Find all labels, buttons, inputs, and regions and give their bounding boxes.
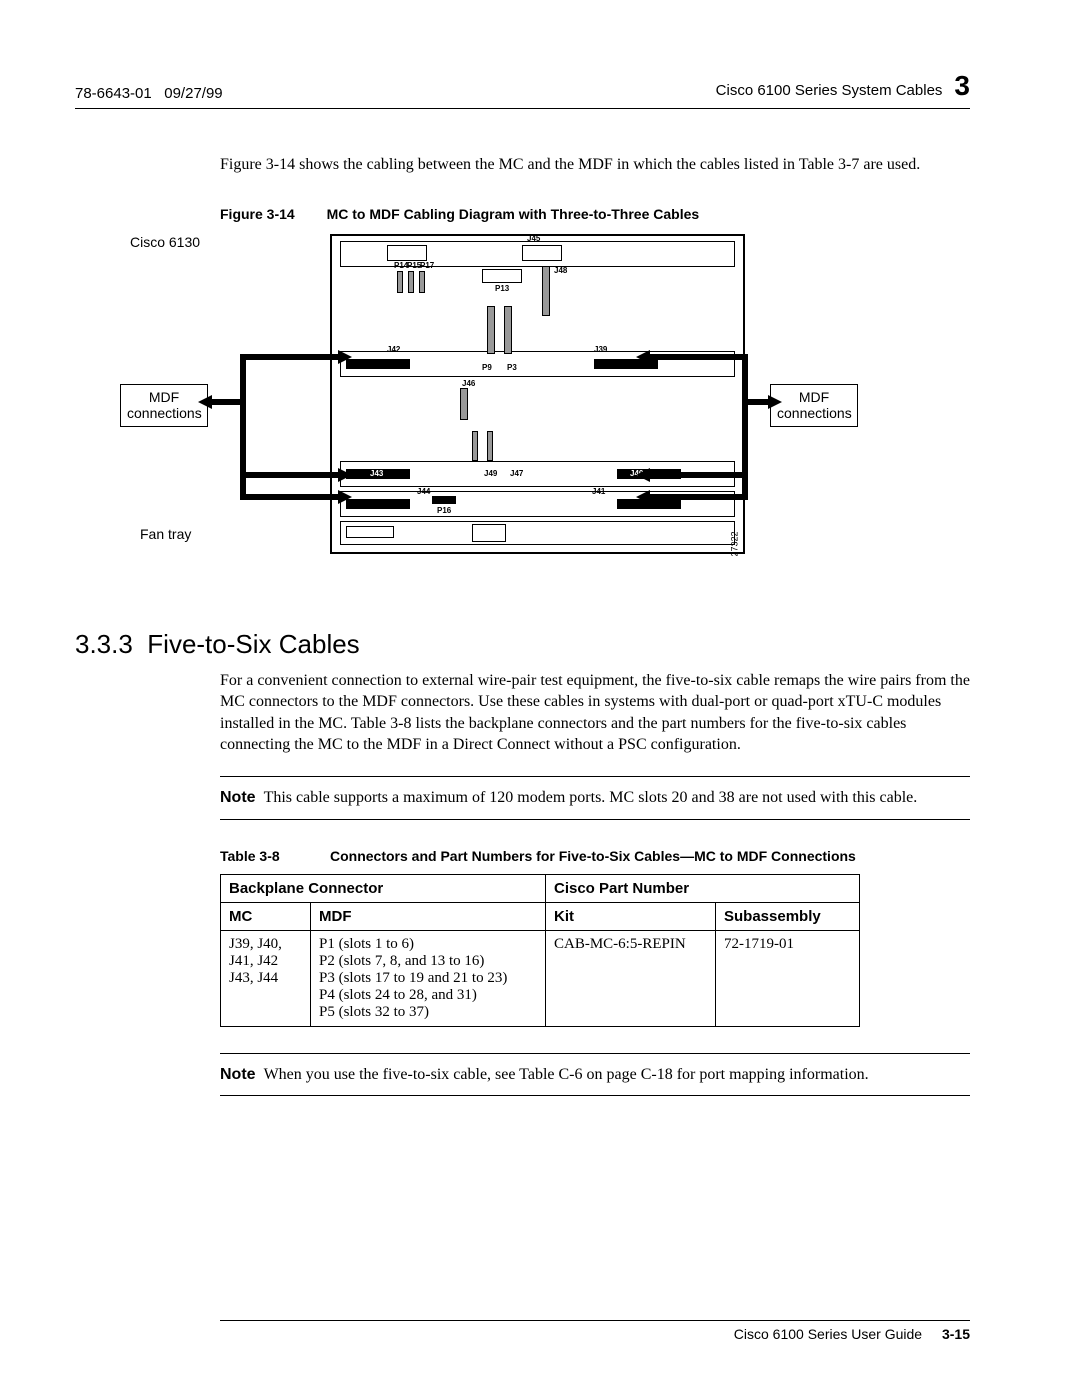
cell-mc: J39, J40, J41, J42 J43, J44: [221, 930, 311, 1026]
footer-guide: Cisco 6100 Series User Guide: [734, 1326, 922, 1342]
j41-label: J41: [592, 487, 605, 496]
col-mc: MC: [221, 902, 311, 930]
figure-title: MC to MDF Cabling Diagram with Three-to-…: [327, 206, 700, 222]
fan-tray-label: Fan tray: [140, 526, 191, 543]
p17-label: P17: [420, 261, 434, 270]
note-label-2: Note: [220, 1066, 256, 1083]
doc-id: 78-6643-01: [75, 85, 152, 102]
table-label: Table 3-8: [220, 848, 330, 864]
table-title: Connectors and Part Numbers for Five-to-…: [330, 848, 856, 864]
note1-text: This cable supports a maximum of 120 mod…: [264, 789, 918, 806]
figure-label: Figure 3-14: [220, 206, 295, 222]
table-header-row-2: MC MDF Kit Subassembly: [221, 902, 860, 930]
p16-label: P16: [437, 506, 451, 515]
cell-sub: 72-1719-01: [716, 930, 860, 1026]
col-partnum: Cisco Part Number: [546, 874, 860, 902]
j43-label: J43: [370, 469, 383, 478]
header-right: Cisco 6100 Series System Cables 3: [716, 70, 970, 102]
device-label: Cisco 6130: [130, 234, 200, 251]
connectors-table: Backplane Connector Cisco Part Number MC…: [220, 874, 860, 1027]
figure-caption: Figure 3-14 MC to MDF Cabling Diagram wi…: [220, 206, 970, 222]
note2-text: When you use the five-to-six cable, see …: [264, 1066, 869, 1083]
col-kit: Kit: [546, 902, 716, 930]
chapter-number: 3: [954, 70, 970, 102]
mdf-right-label: MDF connections: [770, 384, 858, 428]
note-label: Note: [220, 789, 256, 806]
table-header-row-1: Backplane Connector Cisco Part Number: [221, 874, 860, 902]
j46-label: J46: [462, 379, 475, 388]
col-backplane: Backplane Connector: [221, 874, 546, 902]
j39-label: J39: [594, 345, 607, 354]
p9-label: P9: [482, 363, 492, 372]
mdf-left-label: MDF connections: [120, 384, 208, 428]
section-title: Five-to-Six Cables: [147, 629, 359, 659]
section-number: 3.3.3: [75, 629, 133, 659]
j42-label: J42: [387, 345, 400, 354]
header-title: Cisco 6100 Series System Cables: [716, 82, 943, 99]
intro-paragraph: Figure 3-14 shows the cabling between th…: [220, 154, 970, 176]
j44-label: J44: [417, 487, 430, 496]
header-left: 78-6643-01 09/27/99: [75, 85, 223, 102]
note-block-2: Note When you use the five-to-six cable,…: [220, 1053, 970, 1097]
p3-label: P3: [507, 363, 517, 372]
col-sub: Subassembly: [716, 902, 860, 930]
cell-kit: CAB-MC-6:5-REPIN: [546, 930, 716, 1026]
page-footer: Cisco 6100 Series User Guide 3-15: [220, 1320, 970, 1342]
table-caption: Table 3-8 Connectors and Part Numbers fo…: [220, 848, 970, 864]
j47-label: J47: [510, 469, 523, 478]
chassis-board: J45 P14 P15 P17 P13 J48 J42 J39 P9 P3 J4…: [330, 234, 745, 554]
j45-label: J45: [527, 234, 540, 243]
cabling-diagram: Cisco 6130 MDF connections Fan tray MDF …: [220, 234, 950, 574]
table-row: J39, J40, J41, J42 J43, J44 P1 (slots 1 …: [221, 930, 860, 1026]
section-heading: 3.3.3 Five-to-Six Cables: [75, 629, 970, 660]
col-mdf: MDF: [311, 902, 546, 930]
page-header: 78-6643-01 09/27/99 Cisco 6100 Series Sy…: [75, 70, 970, 109]
cell-mdf: P1 (slots 1 to 6) P2 (slots 7, 8, and 13…: [311, 930, 546, 1026]
p13-label: P13: [495, 284, 509, 293]
j48-label: J48: [554, 266, 567, 275]
footer-page: 3-15: [942, 1326, 970, 1342]
doc-date: 09/27/99: [164, 85, 222, 102]
section-paragraph: For a convenient connection to external …: [220, 670, 970, 756]
figure-id: 27322: [730, 531, 740, 556]
note-block-1: Note This cable supports a maximum of 12…: [220, 776, 970, 820]
j49-label: J49: [484, 469, 497, 478]
